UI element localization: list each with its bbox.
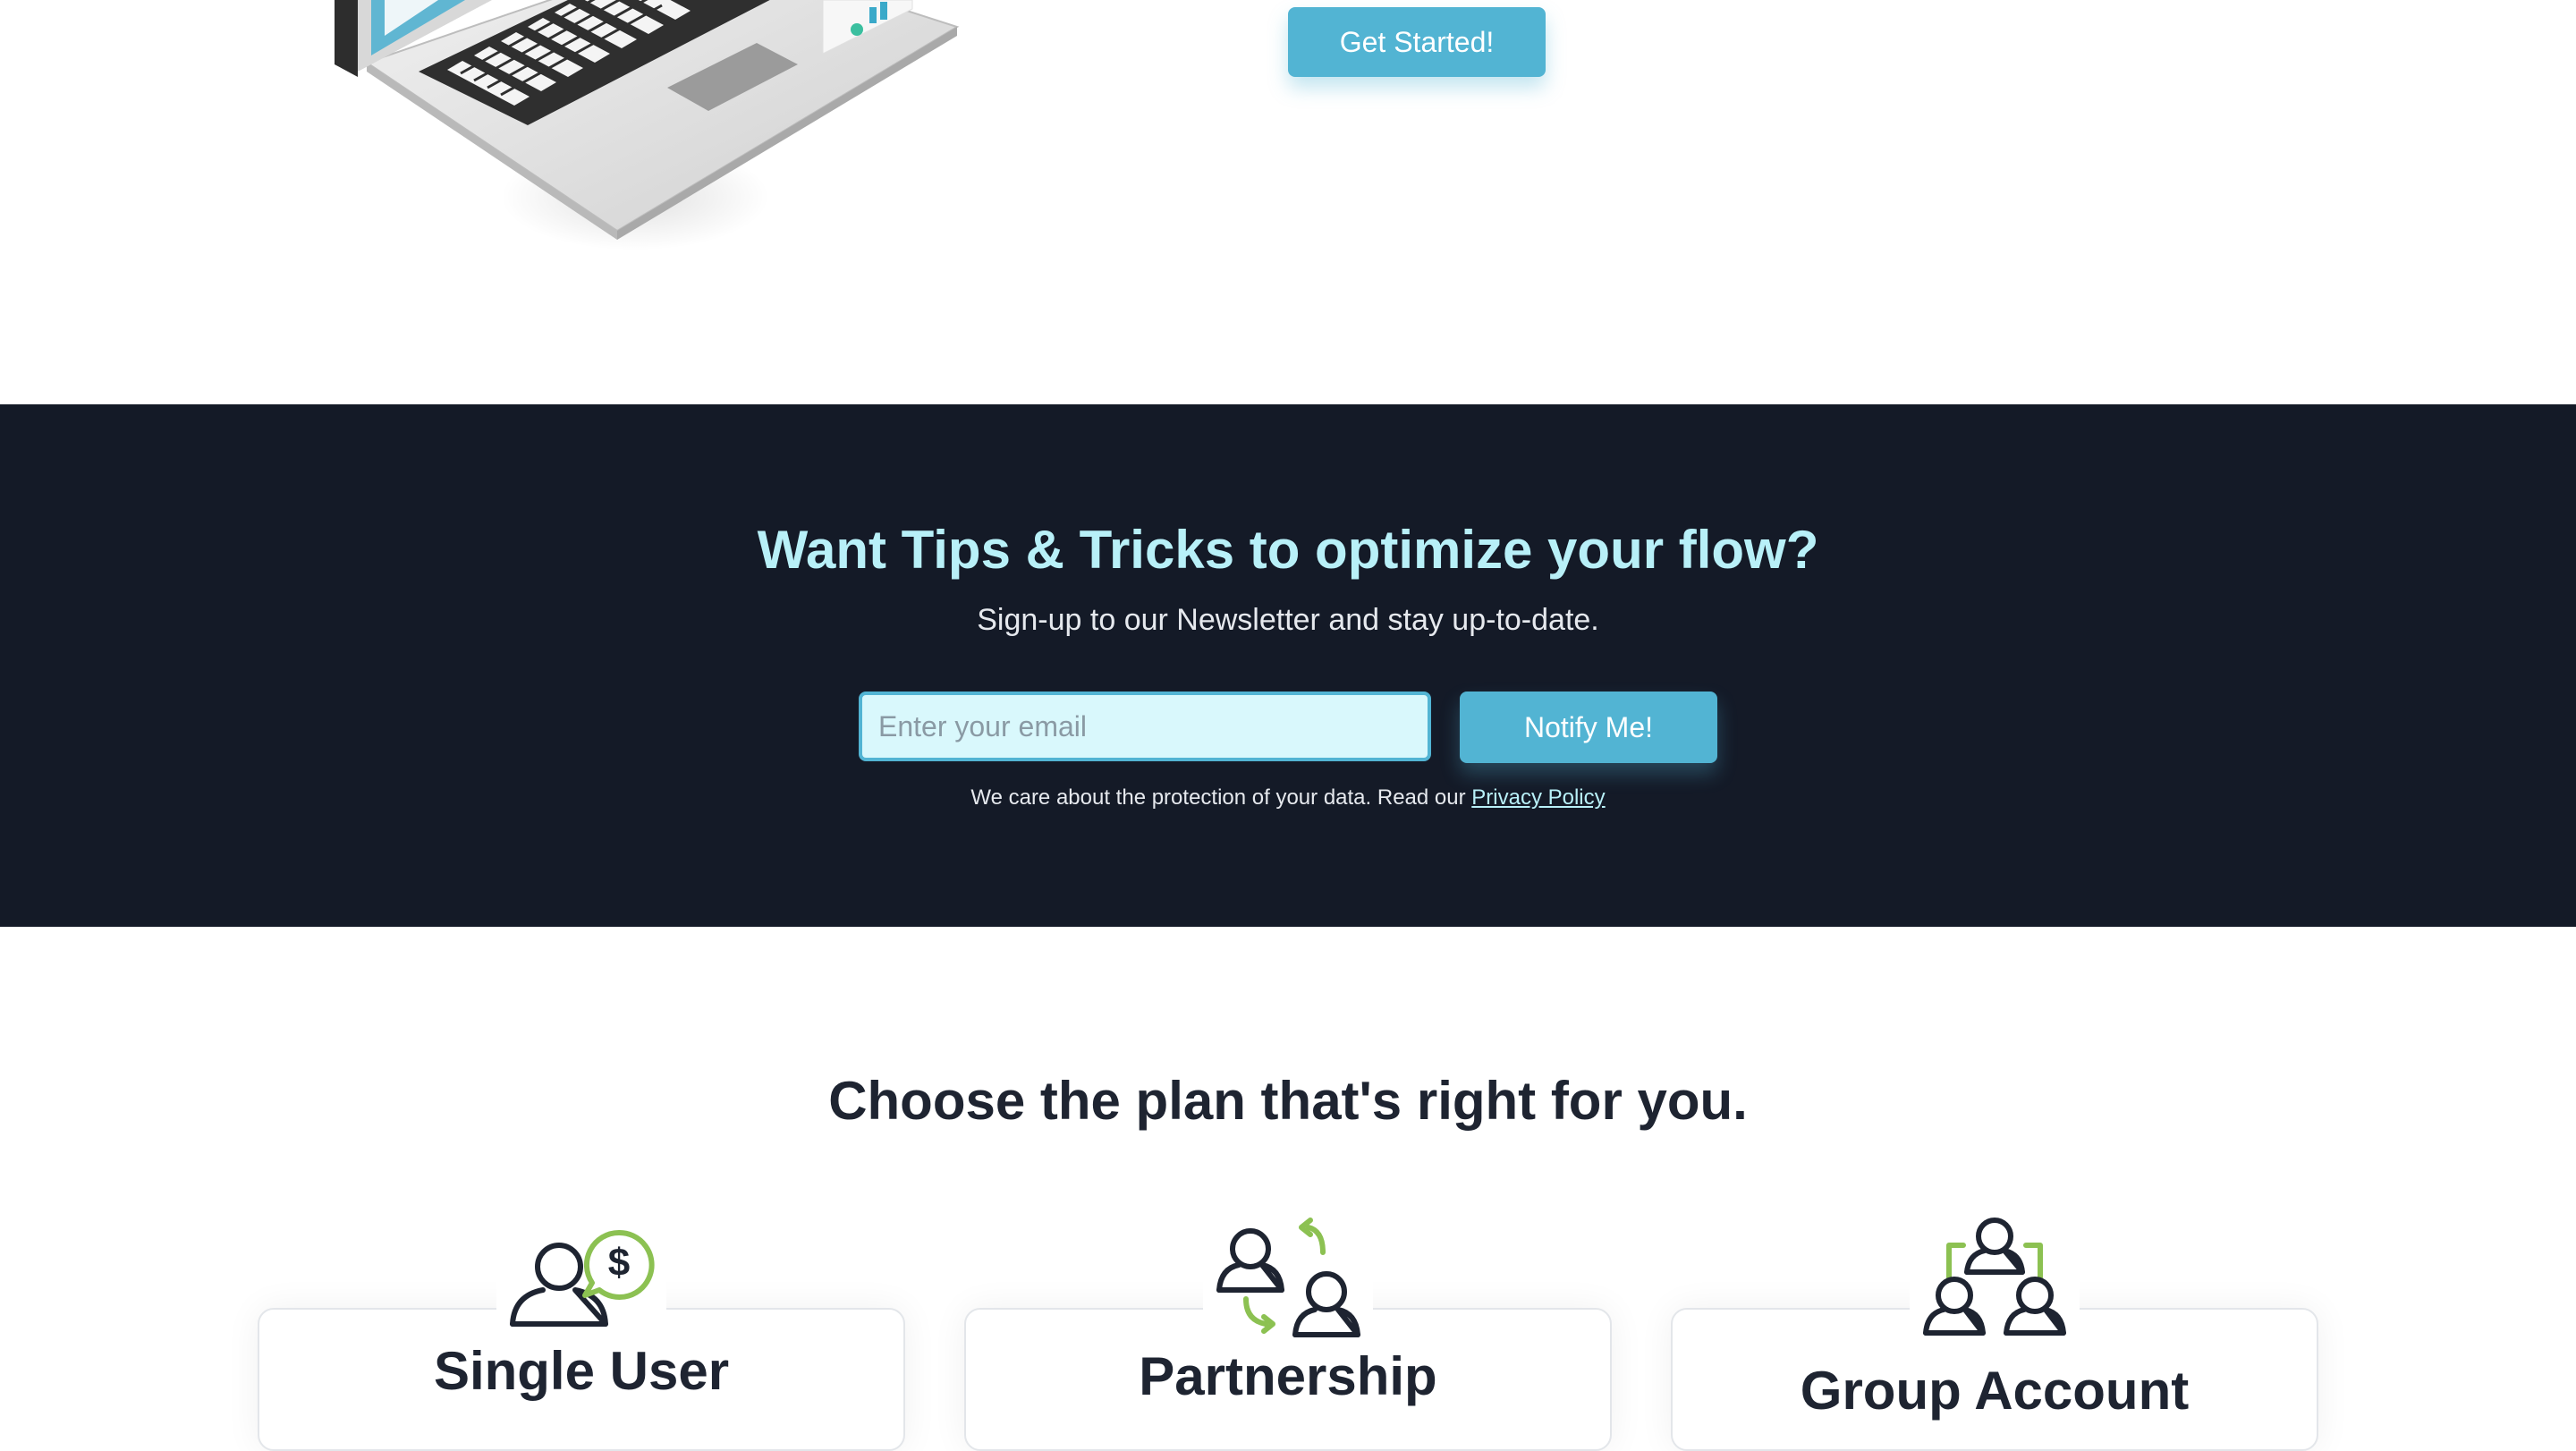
email-input[interactable] <box>859 692 1431 761</box>
laptop-illustration <box>322 0 1002 259</box>
privacy-text: We care about the protection of your dat… <box>970 785 1466 810</box>
plan-name-single-user: Single User <box>433 1341 730 1401</box>
notify-me-button[interactable]: Notify Me! <box>1460 692 1717 763</box>
single-user-dollar-icon: $ <box>496 1209 666 1344</box>
privacy-policy-link[interactable]: Privacy Policy <box>1471 785 1605 810</box>
plan-name-partnership: Partnership <box>1139 1346 1437 1406</box>
partnership-exchange-icon <box>1203 1209 1373 1344</box>
newsletter-section: Want Tips & Tricks to optimize your flow… <box>0 404 2576 927</box>
newsletter-title: Want Tips & Tricks to optimize your flow… <box>757 520 1819 580</box>
plans-title: Choose the plan that's right for you. <box>828 1071 1748 1131</box>
group-account-icon <box>1910 1209 2080 1344</box>
newsletter-subtitle: Sign-up to our Newsletter and stay up-to… <box>977 603 1599 637</box>
privacy-notice: We care about the protection of your dat… <box>0 785 2576 810</box>
get-started-button[interactable]: Get Started! <box>1288 7 1546 77</box>
plan-name-group-account: Group Account <box>1800 1361 2190 1421</box>
svg-text:$: $ <box>608 1241 630 1285</box>
hero-section: Get Started! <box>0 0 2576 404</box>
